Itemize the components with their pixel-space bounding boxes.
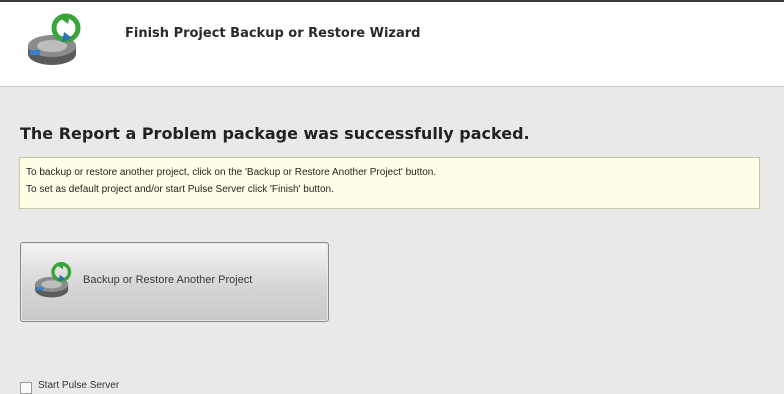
status-heading: The Report a Problem package was success… [20, 124, 530, 143]
button-label: Backup or Restore Another Project [83, 274, 253, 286]
wizard-title: Finish Project Backup or Restore Wizard [125, 26, 421, 41]
backup-or-restore-another-project-button[interactable]: Backup or Restore Another Project [20, 242, 329, 322]
start-pulse-server-checkbox[interactable] [20, 382, 32, 394]
backup-restore-icon [31, 261, 75, 305]
info-line: To backup or restore another project, cl… [26, 167, 437, 178]
info-line: To set as default project and/or start P… [26, 184, 334, 195]
wizard-header: Finish Project Backup or Restore Wizard [0, 2, 784, 87]
backup-restore-icon [22, 12, 86, 76]
info-box: To backup or restore another project, cl… [19, 157, 760, 209]
start-pulse-server-label: Start Pulse Server [38, 380, 120, 391]
